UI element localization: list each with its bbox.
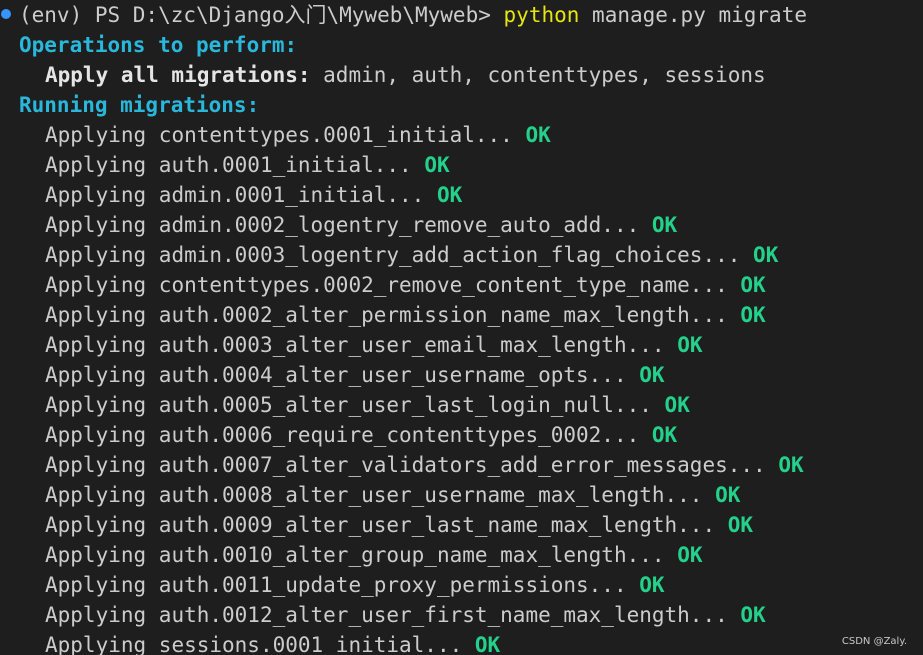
migration-row: Applying auth.0009_alter_user_last_name_… [45,510,753,540]
migration-name: auth.0006_require_contenttypes_0002... [158,423,640,447]
migration-name: auth.0002_alter_permission_name_max_leng… [158,303,728,327]
migration-ok-status: OK [677,543,703,567]
applying-word: Applying [45,393,159,417]
migration-row: Applying sessions.0001_initial... OK [45,630,500,655]
migration-ok-status: OK [778,453,804,477]
applying-word: Applying [45,603,159,627]
applying-word: Applying [45,363,159,387]
applying-word: Applying [45,633,159,655]
apply-label: Apply all migrations: [45,63,311,87]
migration-name: auth.0001_initial... [158,153,412,177]
migration-ok-status: OK [436,183,463,207]
applying-word: Applying [45,513,159,537]
migration-row: Applying auth.0006_require_contenttypes_… [45,420,677,450]
prompt-status-dot-icon [1,9,11,19]
migration-name: admin.0001_initial... [158,183,425,207]
migration-row: Applying auth.0008_alter_user_username_m… [45,480,740,510]
applying-word: Applying [45,303,159,327]
migration-row: Applying contenttypes.0001_initial... OK [45,120,551,150]
migration-row: Applying auth.0010_alter_group_name_max_… [45,540,702,570]
migration-name: admin.0003_logentry_add_action_flag_choi… [158,243,741,267]
migration-name: auth.0004_alter_user_username_opts... [158,363,627,387]
migration-ok-status: OK [651,423,678,447]
migration-name: admin.0002_logentry_remove_auto_add... [158,213,640,237]
migration-ok-status: OK [424,153,450,177]
migration-ok-status: OK [474,633,501,655]
migration-row: Applying contenttypes.0002_remove_conten… [45,270,766,300]
migration-row: Applying admin.0002_logentry_remove_auto… [45,210,677,240]
migration-row: Applying auth.0003_alter_user_email_max_… [45,330,702,360]
apply-all-line: Apply all migrations: admin, auth, conte… [45,60,766,90]
migration-row: Applying auth.0012_alter_user_first_name… [45,600,766,630]
migration-name: contenttypes.0002_remove_content_type_na… [158,273,728,297]
migration-name: auth.0003_alter_user_email_max_length... [158,333,665,357]
migration-ok-status: OK [740,303,766,327]
migration-ok-status: OK [664,393,690,417]
applying-word: Applying [45,333,159,357]
watermark: CSDN @Zaly. [841,636,907,647]
apply-apps: admin, auth, contenttypes, sessions [310,63,766,87]
running-heading: Running migrations: [19,93,260,117]
migration-ok-status: OK [727,513,754,537]
migration-row: Applying admin.0001_initial... OK [45,180,462,210]
command-args: manage.py migrate [592,3,807,27]
migration-ok-status: OK [677,333,703,357]
applying-word: Applying [45,483,159,507]
migration-ok-status: OK [651,213,678,237]
applying-word: Applying [45,453,159,477]
migration-ok-status: OK [740,603,766,627]
applying-word: Applying [45,213,159,237]
prompt-path: (env) PS D:\zc\Django入门\Myweb\Myweb> [19,3,491,27]
migration-row: Applying auth.0011_update_proxy_permissi… [45,570,665,600]
applying-word: Applying [45,573,159,597]
applying-word: Applying [45,123,159,147]
migration-name: auth.0011_update_proxy_permissions... [158,573,627,597]
migration-name: auth.0010_alter_group_name_max_length... [158,543,665,567]
migration-ok-status: OK [715,483,741,507]
migration-name: auth.0007_alter_validators_add_error_mes… [158,453,766,477]
applying-word: Applying [45,423,159,447]
migration-row: Applying auth.0002_alter_permission_name… [45,300,766,330]
migration-row: Applying auth.0001_initial... OK [45,150,450,180]
operations-heading: Operations to perform: [19,33,298,57]
prompt-text: (env) PS D:\zc\Django入门\Myweb\Myweb> pyt… [19,0,807,30]
migration-ok-status: OK [639,573,665,597]
applying-word: Applying [45,183,159,207]
prompt-line: (env) PS D:\zc\Django入门\Myweb\Myweb> pyt… [0,0,923,30]
terminal-window[interactable]: (env) PS D:\zc\Django入门\Myweb\Myweb> pyt… [0,0,923,655]
migration-row: Applying admin.0003_logentry_add_action_… [45,240,778,270]
migration-name: auth.0009_alter_user_last_name_max_lengt… [158,513,716,537]
command-name: python [503,3,580,27]
migration-row: Applying auth.0007_alter_validators_add_… [45,450,804,480]
applying-word: Applying [45,153,159,177]
migration-row: Applying auth.0004_alter_user_username_o… [45,360,665,390]
migration-row: Applying auth.0005_alter_user_last_login… [45,390,690,420]
migration-name: sessions.0001_initial... [158,633,463,655]
migration-name: auth.0012_alter_user_first_name_max_leng… [158,603,728,627]
migration-ok-status: OK [525,123,551,147]
migration-ok-status: OK [753,243,779,267]
migration-ok-status: OK [740,273,766,297]
applying-word: Applying [45,243,159,267]
migration-name: contenttypes.0001_initial... [158,123,513,147]
migration-name: auth.0005_alter_user_last_login_null... [158,393,652,417]
applying-word: Applying [45,543,159,567]
migration-name: auth.0008_alter_user_username_max_length… [158,483,703,507]
applying-word: Applying [45,273,159,297]
migration-ok-status: OK [639,363,665,387]
